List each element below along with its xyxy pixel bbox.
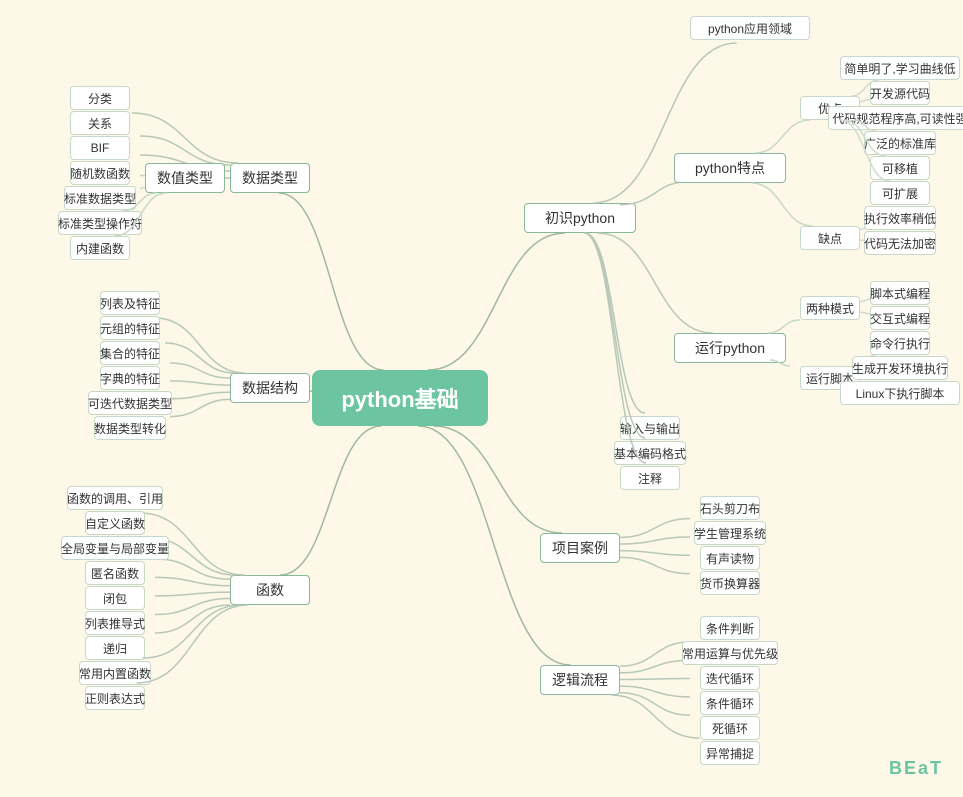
mindmap-svg: 初识pythonpython应用领域python特点优点简单明了,学习曲线低开发… [0, 0, 963, 797]
watermark-label: BEaT [889, 758, 943, 779]
